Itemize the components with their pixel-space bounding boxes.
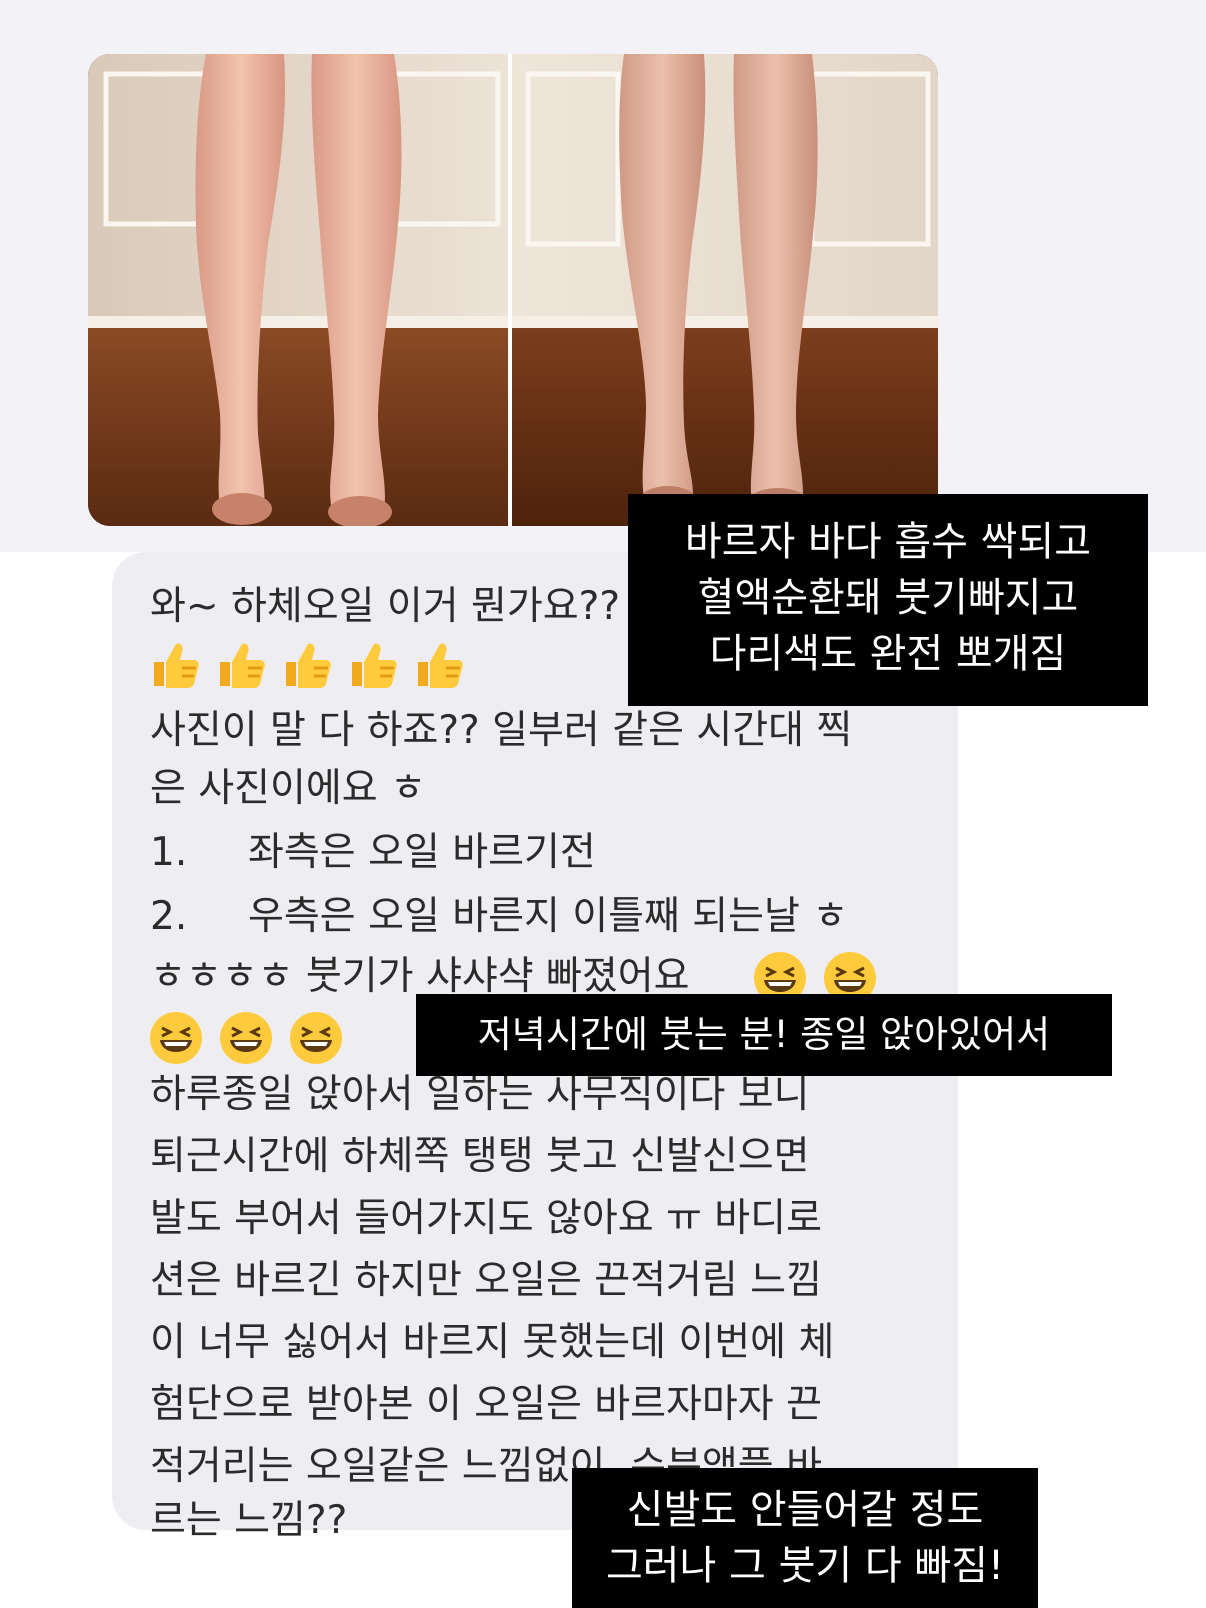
grinning-squinting-emoji-icon	[150, 1012, 202, 1064]
thumbs-up-emoji-icon	[154, 643, 199, 688]
message-line: 은 사진이에요 ㅎ	[150, 766, 426, 811]
caption-box-2: 저녁시간에 붓는 분! 종일 앉아있어서	[416, 994, 1112, 1076]
after-photo	[512, 54, 938, 526]
grinning-squinting-emoji-icon	[290, 1012, 342, 1064]
list-text: 좌측은 오일 바르기전	[248, 830, 596, 875]
message-line: 하루종일 앉아서 일하는 사무직이다 보니	[150, 1072, 810, 1117]
message-line: 발도 부어서 들어가지도 않아요 ㅠ 바디로	[150, 1196, 822, 1241]
message-line: 르는 느낌??	[150, 1498, 348, 1543]
before-photo	[88, 54, 508, 526]
caption-box-1: 바르자 바다 흡수 싹되고 혈액순환돼 붓기빠지고 다리색도 완전 뽀개짐	[628, 494, 1148, 706]
before-after-photo[interactable]	[88, 54, 938, 526]
caption-box-3: 신발도 안들어갈 정도 그러나 그 붓기 다 빠짐!	[572, 1468, 1038, 1608]
list-number: 1.	[150, 830, 188, 875]
message-line: 퇴근시간에 하체쪽 탱탱 붓고 신발신으면	[150, 1134, 810, 1179]
grinning-squinting-emoji-icon	[220, 1012, 272, 1064]
message-line: 사진이 말 다 하죠?? 일부러 같은 시간대 찍	[150, 708, 853, 753]
message-line: 와~ 하체오일 이거 뭔가요??	[150, 584, 621, 629]
caption-line: 저녁시간에 붓는 분! 종일 앉아있어서	[477, 1013, 1051, 1056]
thumbs-up-row	[148, 638, 464, 690]
message-line: 션은 바르긴 하지만 오일은 끈적거림 느낌	[150, 1258, 822, 1303]
caption-line: 혈액순환돼 붓기빠지고	[697, 575, 1079, 621]
list-text: 우측은 오일 바른지 이틀째 되는날 ㅎ	[248, 894, 849, 939]
list-number: 2.	[150, 894, 188, 939]
caption-line: 신발도 안들어갈 정도	[626, 1487, 984, 1533]
message-line: 이 너무 싫어서 바르지 못했는데 이번에 체	[150, 1320, 835, 1365]
message-line: 험단으로 받아본 이 오일은 바르자마자 끈	[150, 1382, 822, 1427]
list-item-2: 2. 우측은 오일 바른지 이틀째 되는날 ㅎ	[150, 894, 848, 940]
thumbs-up-emoji-icon	[352, 643, 397, 688]
thumbs-up-emoji-icon	[220, 643, 265, 688]
caption-line: 바르자 바다 흡수 싹되고	[684, 519, 1092, 565]
thumbs-up-emoji-icon	[286, 643, 331, 688]
laugh-emoji-row-2	[148, 1010, 344, 1066]
thumbs-up-emoji-icon	[418, 643, 463, 688]
list-item-1: 1. 좌측은 오일 바르기전	[150, 830, 596, 876]
caption-line: 다리색도 완전 뽀개짐	[709, 631, 1067, 677]
caption-line: 그러나 그 붓기 다 빠짐!	[605, 1543, 1005, 1589]
